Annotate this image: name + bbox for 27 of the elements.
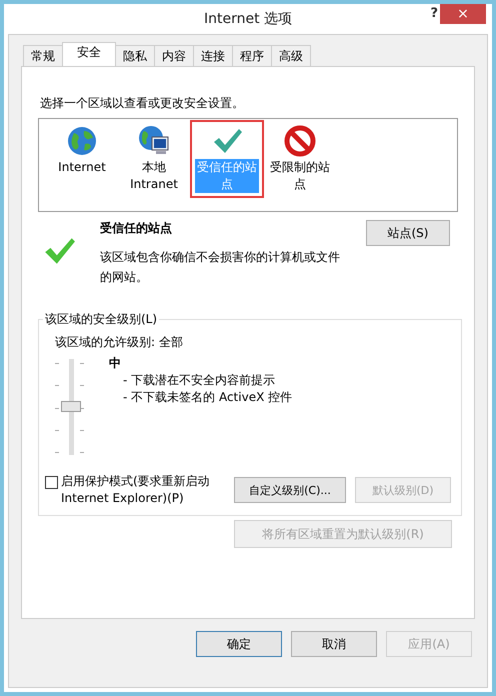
dialog-button[interactable]: 确定	[196, 631, 282, 657]
sites-button[interactable]: 站点(S)	[366, 220, 450, 246]
level-button[interactable]: 自定义级别(C)...	[234, 477, 346, 503]
tab[interactable]: 高级	[271, 45, 311, 66]
zone-description: 该区域包含你确信不会损害你的计算机或文件的网站。	[100, 249, 341, 286]
no-entry-icon	[284, 125, 316, 157]
tab[interactable]: 安全	[62, 42, 116, 66]
globe-icon	[66, 125, 98, 157]
zone-item[interactable]: 受限制的站点	[267, 123, 333, 195]
close-button[interactable]: ×	[440, 4, 486, 24]
zone-item[interactable]: Internet	[49, 123, 115, 178]
help-button[interactable]: ?	[426, 6, 442, 21]
window-title: Internet 选项	[204, 10, 292, 28]
slider-thumb[interactable]	[61, 401, 81, 412]
level-description: - 不下载未签名的 ActiveX 控件	[123, 389, 292, 406]
allowed-level-text: 该区域的允许级别: 全部	[55, 334, 184, 351]
checkbox-label: 启用保护模式(要求重新启动 Internet Explorer)(P)	[61, 473, 211, 507]
tab[interactable]: 常规	[23, 45, 63, 66]
group-legend: 该区域的安全级别(L)	[43, 311, 160, 328]
level-name: 中	[109, 355, 122, 372]
zone-item[interactable]: 本地 Intranet	[121, 123, 187, 195]
dialog-button[interactable]: 取消	[291, 631, 377, 657]
zone-prompt: 选择一个区域以查看或更改安全设置。	[40, 95, 245, 112]
zone-title: 受信任的站点	[100, 220, 173, 237]
level-description: - 下载潜在不安全内容前提示	[123, 372, 276, 389]
checkbox[interactable]	[45, 476, 58, 489]
globe-monitor-icon	[138, 125, 170, 157]
